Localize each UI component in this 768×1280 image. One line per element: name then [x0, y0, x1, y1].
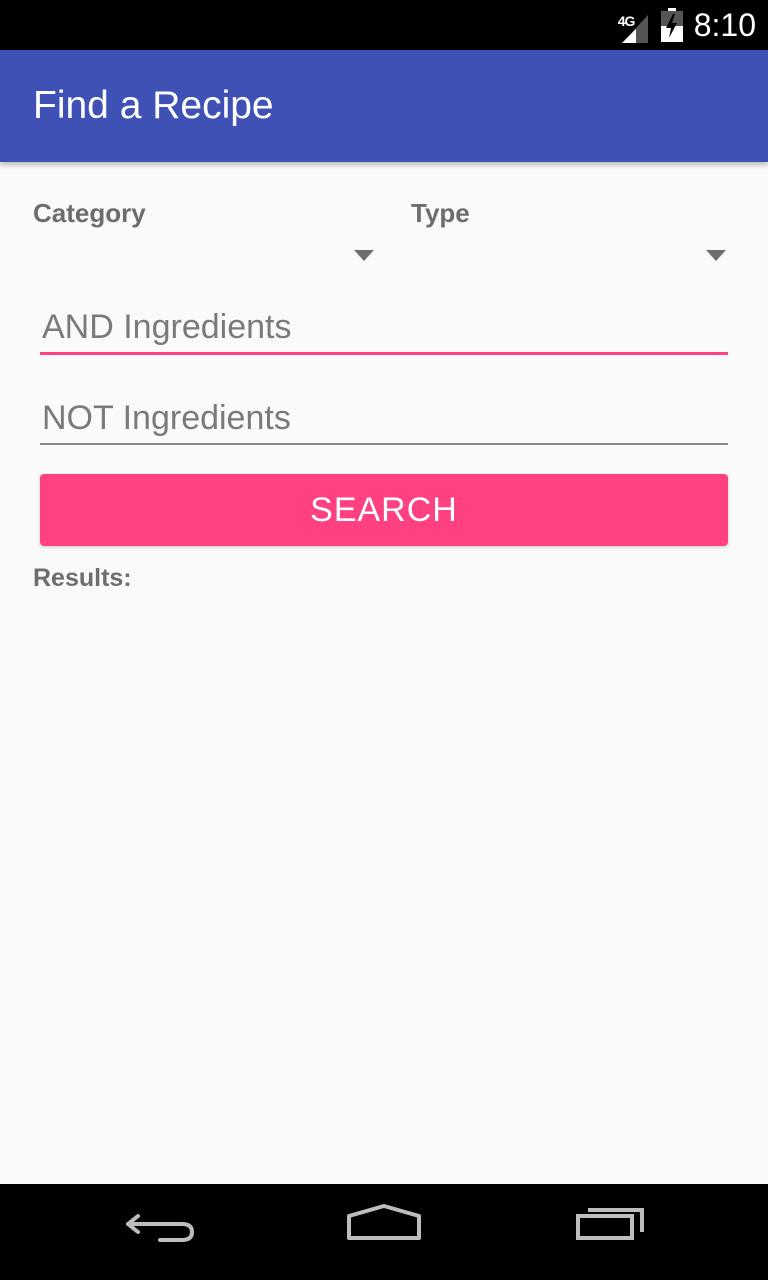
home-icon[interactable] [346, 1204, 422, 1255]
signal-icon: 4G [617, 7, 650, 43]
type-label: Type [411, 198, 470, 228]
recents-icon[interactable] [574, 1204, 646, 1255]
status-icons: 4G 8:10 [617, 0, 756, 50]
results-label: Results: [33, 564, 132, 592]
page-title: Find a Recipe [33, 84, 274, 127]
category-dropdown-icon[interactable] [354, 250, 374, 261]
app-bar: Find a Recipe [0, 50, 768, 162]
status-clock: 8:10 [693, 6, 756, 43]
status-bar: 4G 8:10 [0, 0, 768, 50]
category-label: Category [33, 198, 146, 228]
results-list [33, 600, 733, 1170]
navigation-bar [0, 1184, 768, 1280]
not-ingredients-input[interactable] [40, 395, 728, 441]
and-ingredients-underline [40, 352, 728, 355]
network-type-label: 4G [617, 13, 636, 29]
type-dropdown-icon[interactable] [706, 250, 726, 261]
and-ingredients-input[interactable] [40, 304, 728, 350]
battery-icon [660, 8, 684, 42]
back-icon[interactable] [124, 1204, 196, 1255]
search-button[interactable]: SEARCH [40, 474, 728, 546]
not-ingredients-underline [40, 443, 728, 445]
